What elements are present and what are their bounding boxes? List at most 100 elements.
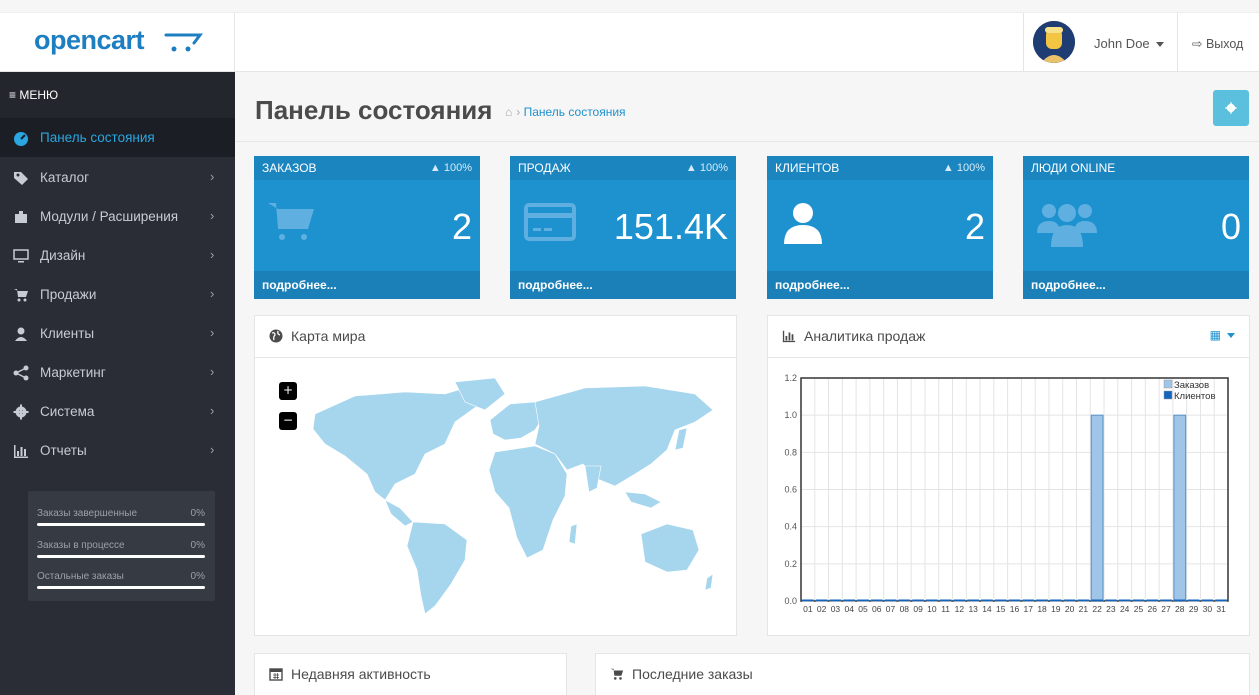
menu-toggle[interactable]: ≡ МЕНЮ [0, 72, 235, 118]
bar-orders [884, 601, 897, 602]
bar-customers [870, 599, 883, 601]
bar-orders [843, 601, 856, 602]
recent-activity-panel: Недавняя активность [254, 653, 567, 695]
sign-out-icon: ⇨ [1192, 37, 1206, 51]
y-tick-label: 0.6 [784, 485, 797, 495]
sidebar-item-dashboard[interactable]: Панель состояния [0, 118, 235, 157]
bar-orders [1090, 414, 1104, 602]
bar-orders [1022, 601, 1035, 602]
sidebar-item-design[interactable]: Дизайн › [0, 236, 235, 275]
hamburger-icon: ≡ [9, 88, 20, 102]
bar-customers [898, 599, 911, 601]
x-tick-label: 24 [1120, 604, 1130, 614]
x-tick-label: 14 [982, 604, 992, 614]
calendar-dropdown[interactable]: ▦ [1210, 328, 1235, 342]
tile-online: ЛЮДИ ONLINE 0 подробнее... [1023, 156, 1249, 299]
bar-orders [1036, 601, 1048, 602]
x-tick-label: 03 [831, 604, 841, 614]
sales-analytics-panel: Аналитика продаж ▦ 0.0 0.2 0.4 0.6 0.8 1.0 1.2… [767, 315, 1250, 636]
bar-orders [1118, 601, 1131, 602]
breadcrumb: ⌂ › Панель состояния [505, 105, 626, 119]
tile-more-link[interactable]: подробнее... [1023, 271, 1249, 299]
bar-orders [953, 601, 966, 602]
x-tick-label: 15 [996, 604, 1006, 614]
x-tick-label: 23 [1106, 604, 1116, 614]
bar-chart-icon [14, 445, 28, 458]
logout-link[interactable]: ⇨ Выход [1192, 36, 1243, 51]
divider [235, 141, 1259, 142]
delta-badge: ▲ 100% [942, 162, 985, 174]
sidebar-item-sales[interactable]: Продажи › [0, 275, 235, 314]
tile-more-link[interactable]: подробнее... [767, 271, 993, 299]
sidebar-item-modules[interactable]: Модули / Расширения › [0, 197, 235, 236]
bar-chart-icon [782, 330, 796, 343]
bar-customers [815, 599, 828, 601]
bar-customers [1201, 599, 1214, 601]
bar-orders [857, 601, 869, 602]
sidebar-item-system[interactable]: Система › [0, 392, 235, 431]
bar-customers [981, 599, 993, 601]
caret-down-icon [1227, 333, 1235, 339]
y-tick-label: 0.4 [784, 522, 797, 532]
home-icon[interactable]: ⌂ [505, 105, 512, 119]
bar-customers [843, 599, 856, 601]
bar-orders [994, 601, 1007, 602]
page-title: Панель состояния [255, 95, 493, 125]
bar-customers [912, 599, 924, 601]
bar-customers [1146, 599, 1159, 601]
user-name: John Doe [1094, 36, 1164, 51]
sidebar-item-marketing[interactable]: Маркетинг › [0, 353, 235, 392]
bar-customers [939, 599, 952, 601]
bar-orders [967, 601, 980, 602]
bar-orders [1049, 601, 1062, 602]
x-tick-label: 16 [1010, 604, 1020, 614]
logo[interactable]: opencart [0, 13, 235, 72]
credit-card-icon [524, 203, 576, 241]
settings-button[interactable] [1213, 90, 1249, 126]
logo-cart-icon [164, 33, 203, 52]
bar-orders [1160, 601, 1172, 602]
stat-complete: Заказы завершенные 0% [37, 508, 205, 526]
calendar-icon [269, 668, 283, 681]
bar-customers [1173, 599, 1186, 601]
bar-customers [1008, 599, 1021, 601]
chevron-right-icon: › [210, 442, 215, 457]
cart-icon [268, 203, 314, 240]
cart-icon [610, 668, 624, 680]
bar-orders [1201, 601, 1214, 602]
tile-customers: КЛИЕНТОВ ▲ 100% 2 подробнее... [767, 156, 993, 299]
x-tick-label: 18 [1037, 604, 1047, 614]
bar-customers [1132, 599, 1145, 601]
x-tick-label: 20 [1065, 604, 1075, 614]
chevron-right-icon: › [210, 364, 215, 379]
chevron-right-icon: › [210, 208, 215, 223]
tile-more-link[interactable]: подробнее... [510, 271, 736, 299]
tile-more-link[interactable]: подробнее... [254, 271, 480, 299]
bar-customers [994, 599, 1007, 601]
world-map[interactable] [295, 374, 715, 624]
tile-sales: ПРОДАЖ ▲ 100% 151.4K подробнее... [510, 156, 736, 299]
sidebar-item-catalog[interactable]: Каталог › [0, 158, 235, 197]
x-tick-label: 30 [1203, 604, 1213, 614]
x-tick-label: 13 [968, 604, 978, 614]
bar-orders [939, 601, 952, 602]
users-icon [1037, 204, 1097, 247]
bar-customers [1118, 599, 1131, 601]
x-tick-label: 17 [1024, 604, 1034, 614]
bar-orders [870, 601, 883, 602]
bar-customers [1160, 599, 1172, 601]
sidebar-item-customers[interactable]: Клиенты › [0, 314, 235, 353]
user-menu[interactable]: John Doe [1023, 13, 1178, 72]
avatar [1033, 21, 1075, 63]
chevron-right-icon: › [210, 286, 215, 301]
x-tick-label: 19 [1051, 604, 1061, 614]
bar-orders [1173, 414, 1187, 602]
globe-icon [269, 329, 283, 343]
puzzle-icon [15, 211, 27, 223]
sidebar-item-reports[interactable]: Отчеты › [0, 431, 235, 470]
delta-badge: ▲ 100% [429, 162, 472, 174]
stat-processing: Заказы в процессе 0% [37, 540, 205, 558]
x-tick-label: 27 [1161, 604, 1171, 614]
chevron-right-icon: › [210, 325, 215, 340]
x-tick-label: 25 [1134, 604, 1144, 614]
